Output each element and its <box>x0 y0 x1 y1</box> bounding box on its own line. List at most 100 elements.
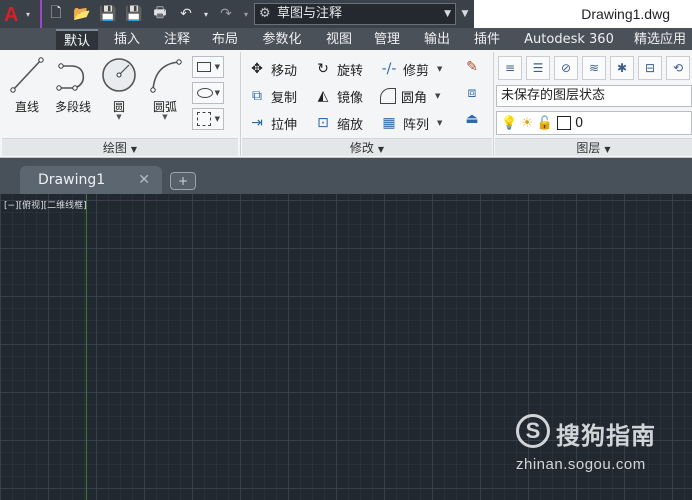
tab-annotate[interactable]: 注释 <box>156 29 198 50</box>
boundary-tool-button[interactable]: ▼ <box>192 108 224 130</box>
tab-featured-apps[interactable]: 精选应用 <box>628 29 692 50</box>
tab-layout[interactable]: 布局 <box>204 29 246 50</box>
chevron-down-icon[interactable]: ▼ <box>142 113 188 121</box>
open-folder-icon[interactable]: 📂 <box>72 4 92 24</box>
chevron-down-icon[interactable]: ▼ <box>96 113 142 121</box>
layer-off-icon[interactable]: ⊘ <box>554 56 578 80</box>
rotate-tool-label: 旋转 <box>337 63 364 79</box>
ucs-y-axis <box>86 194 87 500</box>
modify-panel-label[interactable]: 修改 ▼ <box>242 138 492 156</box>
trim-icon: -/- <box>381 61 397 77</box>
layer-isolate-icon[interactable]: ≋ <box>582 56 606 80</box>
new-drawing-tab-button[interactable]: + <box>170 172 196 190</box>
draw-panel-label[interactable]: 绘图 ▼ <box>2 138 238 156</box>
watermark: S 搜狗指南 zhinan.sogou.com <box>514 412 674 482</box>
current-layer-select[interactable]: 💡 ☀ 🔓 0 <box>496 111 692 135</box>
tab-default[interactable]: 默认 <box>56 29 98 50</box>
document-tab-bar: Drawing1 ✕ + <box>0 158 692 194</box>
sun-icon: ☀ <box>521 115 533 131</box>
chevron-down-icon: ▾ <box>26 10 31 19</box>
fillet-tool-button[interactable]: 圆角 ▼ <box>380 85 440 107</box>
chevron-down-icon: ▼ <box>214 89 220 97</box>
move-tool-button[interactable]: ✥ 移动 <box>248 58 297 80</box>
rectangle-tool-button[interactable]: ▼ <box>192 56 224 78</box>
redo-icon[interactable]: ↷ <box>216 4 236 24</box>
erase-icon: ✎ <box>466 59 478 75</box>
document-tab-drawing1[interactable]: Drawing1 ✕ <box>20 166 162 194</box>
layer-match-icon[interactable]: ⟲ <box>666 56 690 80</box>
workspace-label: 草图与注释 <box>277 6 343 21</box>
trim-tool-label: 修剪 <box>403 63 430 79</box>
watermark-brand: 搜狗指南 <box>556 422 656 450</box>
save-as-icon[interactable]: 💾 <box>124 4 144 24</box>
tab-plugins[interactable]: 插件 <box>466 29 508 50</box>
tab-view[interactable]: 视图 <box>318 29 360 50</box>
panel-divider <box>240 52 241 156</box>
scale-tool-button[interactable]: ⊡ 缩放 <box>314 112 363 134</box>
layer-freeze-icon[interactable]: ✱ <box>610 56 634 80</box>
tab-manage[interactable]: 管理 <box>366 29 408 50</box>
document-tab-label: Drawing1 <box>38 172 106 188</box>
title-bar: 🗋 📂 💾 💾 🖶 ↶ ▾ ↷ ▾ ⚙ 草图与注释 ▼ ▼ Drawing1.d… <box>0 0 692 28</box>
layers-panel-label[interactable]: 图层 ▼ <box>495 138 692 156</box>
polyline-tool-button[interactable]: 多段线 <box>50 56 96 120</box>
undo-dropdown-icon[interactable]: ▾ <box>202 4 210 24</box>
trim-tool-button[interactable]: -/- 修剪 ▼ <box>380 58 443 80</box>
tab-autodesk-360[interactable]: Autodesk 360 <box>518 29 620 50</box>
tab-output[interactable]: 输出 <box>416 29 458 50</box>
layer-lock-icon[interactable]: ⊟ <box>638 56 662 80</box>
new-file-icon[interactable]: 🗋 <box>46 4 66 24</box>
viewport-controls[interactable]: [−][俯视][二维线框] <box>4 200 87 212</box>
chevron-down-icon: ▼ <box>435 92 441 100</box>
line-tool-button[interactable]: 直线 <box>4 56 50 120</box>
fillet-icon <box>380 88 396 104</box>
line-icon <box>10 57 44 93</box>
hatch-tool-button[interactable]: ▼ <box>192 82 224 104</box>
save-icon[interactable]: 💾 <box>98 4 118 24</box>
undo-icon[interactable]: ↶ <box>176 4 196 24</box>
panel-divider <box>493 52 494 156</box>
circle-icon <box>102 58 136 92</box>
stretch-tool-button[interactable]: ⇥ 拉伸 <box>248 112 297 134</box>
layer-stack-icon[interactable]: ☰ <box>526 56 550 80</box>
array-tool-button[interactable]: ▦ 阵列 ▼ <box>380 112 442 134</box>
explode-tool-button[interactable]: ⧈ <box>460 82 484 104</box>
mirror-icon: ◭ <box>317 88 329 104</box>
document-title: Drawing1.dwg <box>474 0 692 28</box>
mirror-tool-button[interactable]: ◭ 镜像 <box>314 85 363 107</box>
move-tool-label: 移动 <box>271 63 298 79</box>
layer-properties-icon[interactable]: ≡ <box>498 56 522 80</box>
layer-color-swatch <box>557 116 572 130</box>
close-icon[interactable]: ✕ <box>138 166 150 194</box>
ellipse-icon <box>197 88 213 98</box>
circle-tool-button[interactable]: 圆 ▼ <box>96 56 142 121</box>
arc-tool-button[interactable]: 圆弧 ▼ <box>142 56 188 121</box>
autocad-window: 🗋 📂 💾 💾 🖶 ↶ ▾ ↷ ▾ ⚙ 草图与注释 ▼ ▼ Drawing1.d… <box>0 0 692 500</box>
copy-tool-button[interactable]: ⧉ 复制 <box>248 85 297 107</box>
chevron-down-icon: ▼ <box>444 9 451 19</box>
layer-state-select[interactable]: 未保存的图层状态 <box>496 85 692 107</box>
hatch-icon <box>197 112 211 126</box>
explode-icon: ⧈ <box>467 85 477 101</box>
workspace-select[interactable]: ⚙ 草图与注释 ▼ <box>254 3 456 25</box>
unlock-icon: 🔓 <box>536 115 554 131</box>
redo-dropdown-icon[interactable]: ▾ <box>242 4 250 24</box>
chevron-down-icon: ▼ <box>437 119 443 127</box>
lightbulb-icon: 💡 <box>501 115 518 131</box>
move-icon: ✥ <box>251 61 263 77</box>
watermark-url: zhinan.sogou.com <box>516 456 646 473</box>
erase-tool-button[interactable]: ✎ <box>460 56 484 78</box>
tab-insert[interactable]: 插入 <box>106 29 148 50</box>
customize-toolbar-icon[interactable]: ▼ <box>458 3 472 25</box>
rotate-tool-button[interactable]: ↻ 旋转 <box>314 58 363 80</box>
autocad-logo-icon: A <box>4 4 19 26</box>
copy-tool-label: 复制 <box>271 90 298 106</box>
tab-parametric[interactable]: 参数化 <box>254 29 310 50</box>
array-tool-label: 阵列 <box>403 117 430 133</box>
layer-tools-row: ≡ ☰ ⊘ ≋ ✱ ⊟ ⟲ <box>498 56 690 80</box>
offset-tool-button[interactable]: ⏏ <box>460 108 484 130</box>
mirror-tool-label: 镜像 <box>337 90 364 106</box>
stretch-icon: ⇥ <box>251 115 263 131</box>
draw-panel-title: 绘图 <box>102 141 127 155</box>
print-icon[interactable]: 🖶 <box>150 4 170 24</box>
